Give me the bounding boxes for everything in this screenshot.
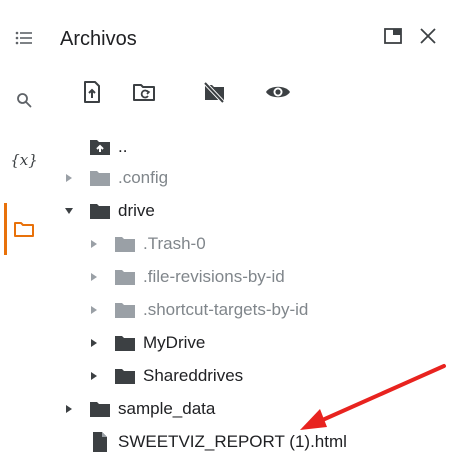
upload-file-icon: [84, 81, 100, 103]
tree-item-trash[interactable]: .Trash-0: [87, 229, 206, 259]
file-icon: [88, 432, 112, 452]
folder-icon: [113, 267, 137, 287]
folder-icon: [88, 168, 112, 188]
chevron-right-icon[interactable]: [87, 237, 101, 251]
close-icon: [420, 28, 436, 44]
tree-item-config[interactable]: .config: [62, 163, 168, 193]
tree-item-shareddrives[interactable]: Shareddrives: [87, 361, 243, 391]
maximize-button[interactable]: [379, 22, 407, 50]
tree-item-file-revisions[interactable]: .file-revisions-by-id: [87, 262, 285, 292]
folder-icon: [113, 333, 137, 353]
tree-item-sweetviz-report[interactable]: SWEETVIZ_REPORT (1).html: [62, 427, 347, 457]
show-hidden-files-icon: [266, 86, 290, 98]
left-rail: {x}: [0, 0, 48, 474]
folder-icon: [113, 300, 137, 320]
tree-item-label: drive: [118, 201, 155, 220]
tree-item-sample-data[interactable]: sample_data: [62, 394, 215, 424]
tree-item-label: .Trash-0: [143, 234, 206, 253]
tree-item-label: SWEETVIZ_REPORT (1).html: [118, 432, 347, 451]
folder-icon: [14, 222, 34, 237]
variables-button[interactable]: {x}: [0, 140, 48, 180]
tree-item-parent[interactable]: ..: [62, 132, 127, 162]
folder-icon: [113, 366, 137, 386]
folder-icon: [88, 399, 112, 419]
folder-icon: [113, 234, 137, 254]
tree-item-label: Shareddrives: [143, 366, 244, 385]
menu-icon: [15, 31, 32, 45]
tree-item-label: .config: [118, 168, 169, 187]
chevron-right-icon[interactable]: [62, 402, 76, 416]
chevron-right-icon[interactable]: [87, 303, 101, 317]
chevron-right-icon[interactable]: [87, 336, 101, 350]
parent-folder-icon: [88, 137, 112, 157]
tree-item-drive[interactable]: drive: [62, 196, 155, 226]
folder-icon: [88, 201, 112, 221]
tree-item-label: MyDrive: [143, 333, 206, 352]
variables-icon: {x}: [10, 151, 38, 169]
chevron-right-icon[interactable]: [62, 171, 76, 185]
chevron-right-icon[interactable]: [87, 270, 101, 284]
unmount-drive-button[interactable]: [198, 76, 230, 108]
panel-title: Archivos: [60, 28, 137, 50]
menu-button[interactable]: [0, 18, 48, 58]
tree-item-shortcut-targets[interactable]: .shortcut-targets-by-id: [87, 295, 308, 325]
tree-item-label: .shortcut-targets-by-id: [143, 300, 309, 319]
chevron-right-icon[interactable]: [87, 369, 101, 383]
refresh-folder-icon: [133, 84, 155, 101]
unmount-drive-icon: [203, 81, 225, 103]
search-button[interactable]: [0, 80, 48, 120]
tree-item-label: sample_data: [118, 399, 216, 418]
chevron-down-icon[interactable]: [62, 204, 76, 218]
show-hidden-files-button[interactable]: [262, 76, 294, 108]
search-icon: [17, 93, 32, 108]
files-button[interactable]: [0, 209, 48, 249]
maximize-icon: [384, 28, 402, 44]
tree-item-label: ..: [118, 137, 128, 156]
tree-item-label: .file-revisions-by-id: [143, 267, 285, 286]
upload-button[interactable]: [76, 76, 108, 108]
tree-item-mydrive[interactable]: MyDrive: [87, 328, 205, 358]
close-button[interactable]: [414, 22, 442, 50]
refresh-button[interactable]: [128, 76, 160, 108]
